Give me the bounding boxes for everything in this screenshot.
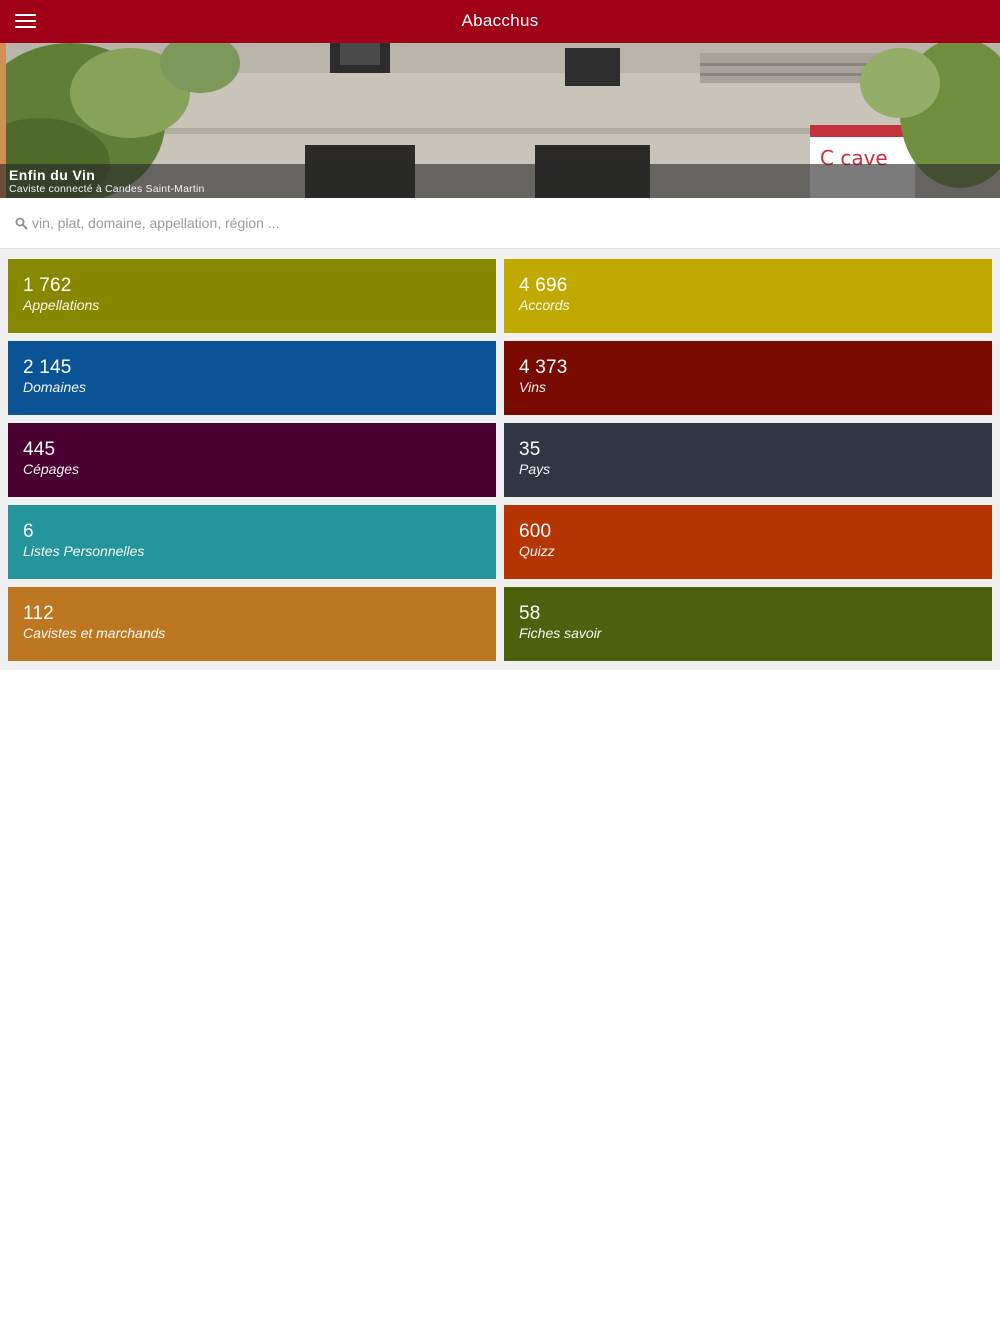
tile-label: Vins <box>519 379 546 395</box>
tile-label: Cépages <box>23 461 80 477</box>
category-grid: 1 762 Appellations 4 696 Accords 2 145 D… <box>8 259 992 661</box>
tile-label: Cavistes et marchands <box>23 625 166 641</box>
tile-accords[interactable]: 4 696 Accords <box>504 259 992 333</box>
tile-count: 58 <box>519 603 541 624</box>
shop-banner[interactable]: C cave Enfin du Vin Caviste connecté à C… <box>0 43 1000 198</box>
tile-count: 600 <box>519 521 552 542</box>
tile-label: Domaines <box>23 379 87 395</box>
shop-caption: Enfin du Vin Caviste connecté à Candes S… <box>0 164 1000 198</box>
tile-count: 2 145 <box>23 357 72 378</box>
tile-label: Fiches savoir <box>519 625 602 641</box>
tile-vins[interactable]: 4 373 Vins <box>504 341 992 415</box>
tile-count: 35 <box>519 439 541 460</box>
app-title: Abacchus <box>461 11 539 30</box>
tile-count: 6 <box>23 521 34 542</box>
tile-count: 4 696 <box>519 275 568 296</box>
tile-cavistes-et-marchands[interactable]: 112 Cavistes et marchands <box>8 587 496 661</box>
tile-quizz[interactable]: 600 Quizz <box>504 505 992 579</box>
tile-listes-personnelles[interactable]: 6 Listes Personnelles <box>8 505 496 579</box>
tile-count: 1 762 <box>23 275 72 296</box>
tile-label: Appellations <box>23 297 100 313</box>
tile-label: Quizz <box>519 543 555 559</box>
tile-fiches-savoir[interactable]: 58 Fiches savoir <box>504 587 992 661</box>
tile-count: 445 <box>23 439 56 460</box>
tile-label: Accords <box>519 297 570 313</box>
tile-count: 4 373 <box>519 357 568 378</box>
tile-count: 112 <box>23 603 54 624</box>
tile-cepages[interactable]: 445 Cépages <box>8 423 496 497</box>
tile-label: Pays <box>519 461 551 477</box>
tile-label: Listes Personnelles <box>23 543 145 559</box>
shop-subtitle: Caviste connecté à Candes Saint-Martin <box>9 183 205 195</box>
category-grid-area: 1 762 Appellations 4 696 Accords 2 145 D… <box>0 249 1000 670</box>
tile-domaines[interactable]: 2 145 Domaines <box>8 341 496 415</box>
shop-name: Enfin du Vin <box>9 167 96 183</box>
top-app-bar: Abacchus <box>0 0 1000 43</box>
search-icon <box>15 217 28 230</box>
tile-appellations[interactable]: 1 762 Appellations <box>8 259 496 333</box>
search-input[interactable] <box>32 210 972 236</box>
tile-pays[interactable]: 35 Pays <box>504 423 992 497</box>
search-bar <box>0 198 1000 249</box>
